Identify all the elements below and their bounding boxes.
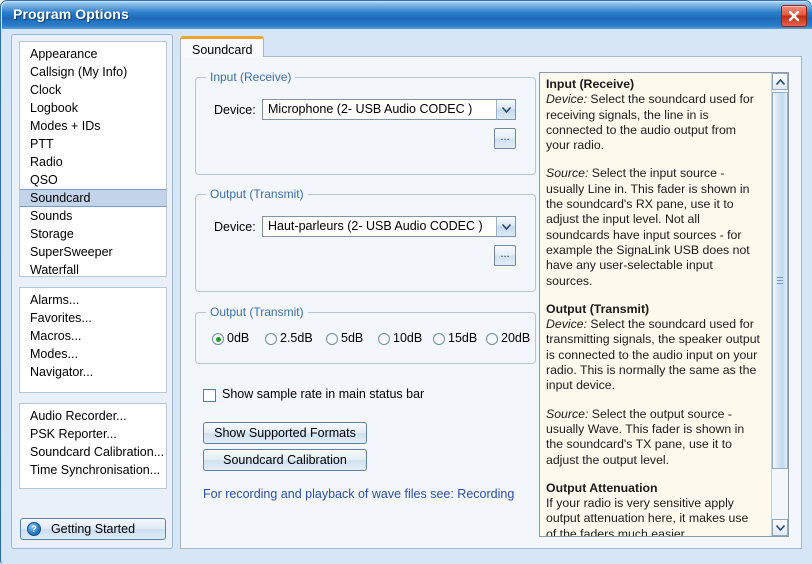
- sidebar-item-modes-ids[interactable]: Modes + IDs: [20, 117, 166, 135]
- output-attenuation-group: Output (Transmit) 0dB 2.5dB 5dB 10dB 15d…: [195, 305, 536, 364]
- radio-dot-icon: [265, 333, 277, 345]
- help-heading: Output (Transmit): [546, 301, 650, 316]
- sidebar-item-modes[interactable]: Modes...: [20, 345, 166, 363]
- sidebar-item-storage[interactable]: Storage: [20, 225, 166, 243]
- getting-started-label: Getting Started: [50, 522, 136, 536]
- output-device-browse-button[interactable]: ...: [494, 245, 516, 266]
- window-client-area: Appearance Callsign (My Info) Clock Logb…: [2, 29, 812, 564]
- soundcard-calibration-button[interactable]: Soundcard Calibration: [203, 449, 367, 471]
- help-paragraph: Source: Select the input source - usuall…: [546, 166, 750, 288]
- help-scrollbar[interactable]: [771, 73, 788, 536]
- sidebar-item-callsign[interactable]: Callsign (My Info): [20, 63, 166, 81]
- sidebar-item-waterfall[interactable]: Waterfall: [20, 261, 166, 279]
- help-panel: Input (Receive) Device: Select the soundc…: [539, 72, 789, 537]
- radio-dot-icon: [378, 333, 390, 345]
- sidebar-sections-list[interactable]: Appearance Callsign (My Info) Clock Logb…: [19, 41, 167, 277]
- radio-dot-icon: [326, 333, 338, 345]
- help-text-content: Input (Receive) Device: Select the soundc…: [546, 77, 762, 537]
- sidebar-item-clock[interactable]: Clock: [20, 81, 166, 99]
- tab-soundcard[interactable]: Soundcard: [180, 36, 265, 57]
- sidebar-item-soundcard-calibration[interactable]: Soundcard Calibration...: [20, 443, 166, 461]
- help-question-icon: ?: [27, 522, 41, 536]
- output-group-title: Output (Transmit): [206, 187, 308, 201]
- help-lead: Device:: [546, 317, 588, 332]
- help-lead: Source:: [546, 166, 589, 181]
- scroll-up-icon[interactable]: [772, 73, 788, 90]
- sidebar-item-macros[interactable]: Macros...: [20, 327, 166, 345]
- input-receive-group: Input (Receive) Device: Microphone (2- U…: [195, 70, 536, 175]
- radio-dot-icon: [433, 333, 445, 345]
- close-icon: [788, 10, 800, 22]
- tab-strip: Soundcard: [180, 34, 802, 57]
- window-title: Program Options: [13, 6, 129, 22]
- sidebar-item-psk-reporter[interactable]: PSK Reporter...: [20, 425, 166, 443]
- sidebar-item-soundcard[interactable]: Soundcard: [20, 189, 166, 207]
- sidebar-tools-list[interactable]: Alarms... Favorites... Macros... Modes..…: [19, 287, 167, 393]
- sidebar-item-audio-recorder[interactable]: Audio Recorder...: [20, 407, 166, 425]
- input-device-combo[interactable]: Microphone (2- USB Audio CODEC ): [262, 99, 516, 120]
- help-paragraph: Input (Receive) Device: Select the soundc…: [546, 77, 754, 153]
- sidebar-item-sounds[interactable]: Sounds: [20, 207, 166, 225]
- chevron-down-icon[interactable]: [496, 217, 515, 236]
- sidebar-item-appearance[interactable]: Appearance: [20, 45, 166, 63]
- input-device-value: Microphone (2- USB Audio CODEC ): [268, 102, 473, 116]
- sidebar-item-navigator[interactable]: Navigator...: [20, 363, 166, 381]
- input-device-browse-button[interactable]: ...: [494, 128, 516, 149]
- sidebar-item-qso[interactable]: QSO: [20, 171, 166, 189]
- sidebar-item-time-synchronisation[interactable]: Time Synchronisation...: [20, 461, 166, 479]
- input-group-title: Input (Receive): [206, 70, 296, 84]
- scroll-down-icon[interactable]: [772, 519, 788, 536]
- radio-dot-icon: [486, 333, 498, 345]
- help-paragraph: Output Attenuation If your radio is very …: [546, 480, 749, 537]
- help-lead: Source:: [546, 406, 589, 421]
- checkbox-box-icon: [203, 389, 216, 402]
- help-paragraph: Source: Select the output source - usual…: [546, 406, 745, 467]
- attenuation-group-title: Output (Transmit): [206, 305, 308, 319]
- help-paragraph: Output (Transmit) Device: Select the soun…: [546, 301, 760, 393]
- show-supported-formats-button[interactable]: Show Supported Formats: [203, 422, 367, 444]
- chevron-down-icon[interactable]: [496, 100, 515, 119]
- output-device-combo[interactable]: Haut-parleurs (2- USB Audio CODEC ): [262, 216, 516, 237]
- sidebar-item-logbook[interactable]: Logbook: [20, 99, 166, 117]
- help-heading: Input (Receive): [546, 77, 635, 91]
- sidebar-item-radio[interactable]: Radio: [20, 153, 166, 171]
- scrollbar-thumb[interactable]: [772, 92, 788, 469]
- output-device-value: Haut-parleurs (2- USB Audio CODEC ): [268, 219, 483, 233]
- recording-note-link[interactable]: For recording and playback of wave files…: [203, 487, 514, 501]
- radio-dot-icon: [212, 333, 224, 345]
- sidebar-dialogs-list[interactable]: Audio Recorder... PSK Reporter... Soundc…: [19, 403, 167, 489]
- soundcard-tab-panel: Input (Receive) Device: Microphone (2- U…: [180, 56, 802, 549]
- scrollbar-grip-icon: [777, 276, 783, 285]
- output-transmit-group: Output (Transmit) Device: Haut-parleurs …: [195, 187, 536, 292]
- output-device-label: Device:: [214, 220, 256, 234]
- help-heading: Output Attenuation: [546, 480, 658, 495]
- close-button[interactable]: [781, 5, 807, 27]
- sidebar-item-favorites[interactable]: Favorites...: [20, 309, 166, 327]
- sidebar-item-ptt[interactable]: PTT: [20, 135, 166, 153]
- options-sidebar: Appearance Callsign (My Info) Clock Logb…: [11, 34, 173, 549]
- input-device-label: Device:: [214, 103, 256, 117]
- program-options-window: Program Options Appearance Callsign (My …: [0, 0, 812, 564]
- show-sample-rate-label: Show sample rate in main status bar: [222, 387, 425, 401]
- window-titlebar: Program Options: [2, 2, 812, 29]
- sidebar-item-alarms[interactable]: Alarms...: [20, 291, 166, 309]
- getting-started-button[interactable]: ? Getting Started: [20, 518, 166, 540]
- sidebar-item-supersweeper[interactable]: SuperSweeper: [20, 243, 166, 261]
- help-lead: Device:: [546, 92, 588, 107]
